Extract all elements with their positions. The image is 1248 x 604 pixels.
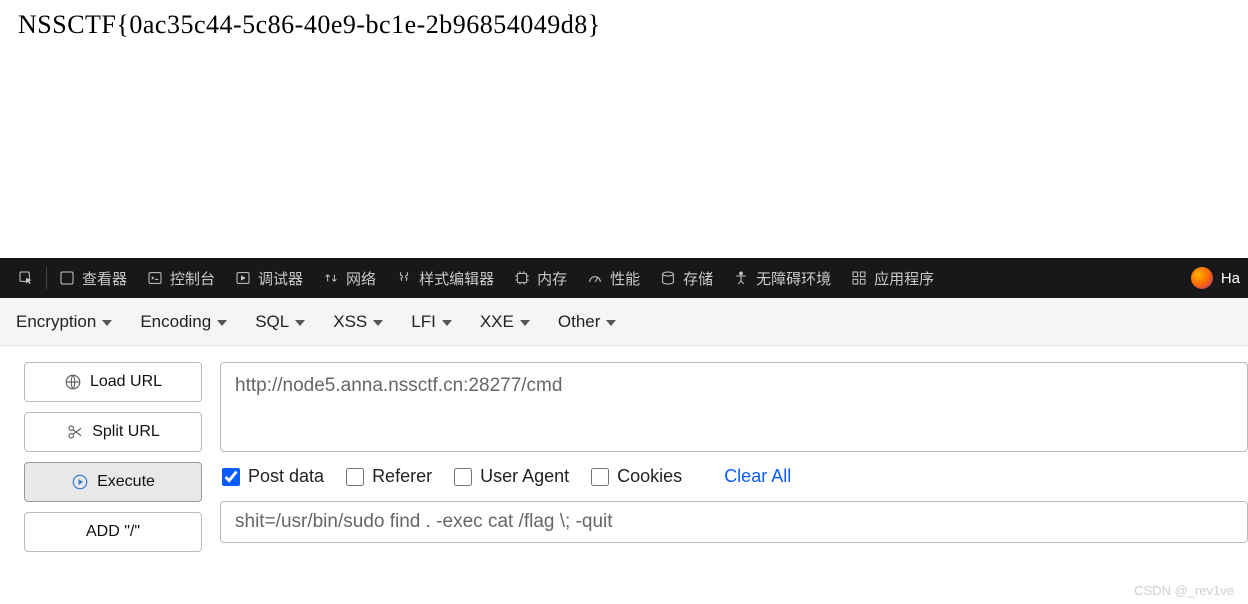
execute-button[interactable]: Execute [24,462,202,502]
button-label: Load URL [90,373,162,391]
caret-down-icon [520,320,530,326]
caret-down-icon [373,320,383,326]
tab-performance[interactable]: 性能 [577,258,650,298]
menu-xss[interactable]: XSS [333,312,383,332]
menu-label: Encryption [16,312,96,332]
menu-xxe[interactable]: XXE [480,312,530,332]
tab-label: 查看器 [82,268,127,289]
watermark-text: CSDN @_rev1ve [1134,583,1234,598]
checkbox-label: User Agent [480,466,569,487]
hack-label: Ha [1221,270,1240,287]
tab-label: 控制台 [170,268,215,289]
post-body-input[interactable] [220,501,1248,543]
postdata-checkbox-input[interactable] [222,468,240,486]
menu-lfi[interactable]: LFI [411,312,452,332]
menu-label: XSS [333,312,367,332]
postdata-checkbox[interactable]: Post data [222,466,324,487]
tab-label: 网络 [346,268,376,289]
accessibility-icon [733,270,749,286]
add-slash-button[interactable]: ADD "/" [24,512,202,552]
tab-inspector[interactable]: 查看器 [49,258,137,298]
hackbar-menu: Encryption Encoding SQL XSS LFI XXE Othe… [0,298,1248,346]
input-column: Post data Referer User Agent Cookies Cle… [220,362,1248,552]
caret-down-icon [295,320,305,326]
tab-label: 无障碍环境 [756,268,831,289]
tab-style-editor[interactable]: 样式编辑器 [386,258,504,298]
play-icon [71,473,89,491]
useragent-checkbox-input[interactable] [454,468,472,486]
hackbar-main: Load URL Split URL Execute ADD "/" Post … [0,346,1248,568]
checkbox-label: Post data [248,466,324,487]
separator [46,267,47,289]
referer-checkbox[interactable]: Referer [346,466,432,487]
pointer-icon [18,270,34,286]
menu-label: Other [558,312,601,332]
action-buttons-column: Load URL Split URL Execute ADD "/" [24,362,202,552]
useragent-checkbox[interactable]: User Agent [454,466,569,487]
menu-label: SQL [255,312,289,332]
tab-memory[interactable]: 内存 [504,258,577,298]
debugger-icon [235,270,251,286]
checkbox-label: Cookies [617,466,682,487]
tab-accessibility[interactable]: 无障碍环境 [723,258,841,298]
tab-network[interactable]: 网络 [313,258,386,298]
button-label: ADD "/" [86,523,140,541]
menu-other[interactable]: Other [558,312,617,332]
caret-down-icon [442,320,452,326]
performance-icon [587,270,603,286]
menu-encoding[interactable]: Encoding [140,312,227,332]
style-icon [396,270,412,286]
tab-debugger[interactable]: 调试器 [225,258,313,298]
menu-sql[interactable]: SQL [255,312,305,332]
tab-label: 内存 [537,268,567,289]
tab-label: 应用程序 [874,268,934,289]
memory-icon [514,270,530,286]
console-icon [147,270,163,286]
apps-icon [851,270,867,286]
globe-icon [64,373,82,391]
tab-label: 样式编辑器 [419,268,494,289]
menu-label: Encoding [140,312,211,332]
split-url-button[interactable]: Split URL [24,412,202,452]
tab-label: 调试器 [258,268,303,289]
network-icon [323,270,339,286]
tab-console[interactable]: 控制台 [137,258,225,298]
load-url-button[interactable]: Load URL [24,362,202,402]
referer-checkbox-input[interactable] [346,468,364,486]
button-label: Execute [97,473,155,491]
button-label: Split URL [92,423,160,441]
tab-label: 性能 [610,268,640,289]
firefox-icon [1191,267,1213,289]
menu-encryption[interactable]: Encryption [16,312,112,332]
tab-storage[interactable]: 存储 [650,258,723,298]
clear-all-link[interactable]: Clear All [724,466,791,487]
menu-label: XXE [480,312,514,332]
url-input[interactable] [220,362,1248,452]
page-flag-text: NSSCTF{0ac35c44-5c86-40e9-bc1e-2b9685404… [0,0,1248,50]
tab-label: 存储 [683,268,713,289]
caret-down-icon [606,320,616,326]
checkbox-label: Referer [372,466,432,487]
cookies-checkbox[interactable]: Cookies [591,466,682,487]
menu-label: LFI [411,312,436,332]
tab-applications[interactable]: 应用程序 [841,258,944,298]
inspector-icon [59,270,75,286]
options-row: Post data Referer User Agent Cookies Cle… [220,466,1248,487]
caret-down-icon [102,320,112,326]
storage-icon [660,270,676,286]
cookies-checkbox-input[interactable] [591,468,609,486]
pick-element-button[interactable] [8,258,44,298]
devtools-tabbar: 查看器 控制台 调试器 网络 样式编辑器 内存 性能 存储 无障碍环境 应用程序… [0,258,1248,298]
caret-down-icon [217,320,227,326]
scissors-icon [66,423,84,441]
